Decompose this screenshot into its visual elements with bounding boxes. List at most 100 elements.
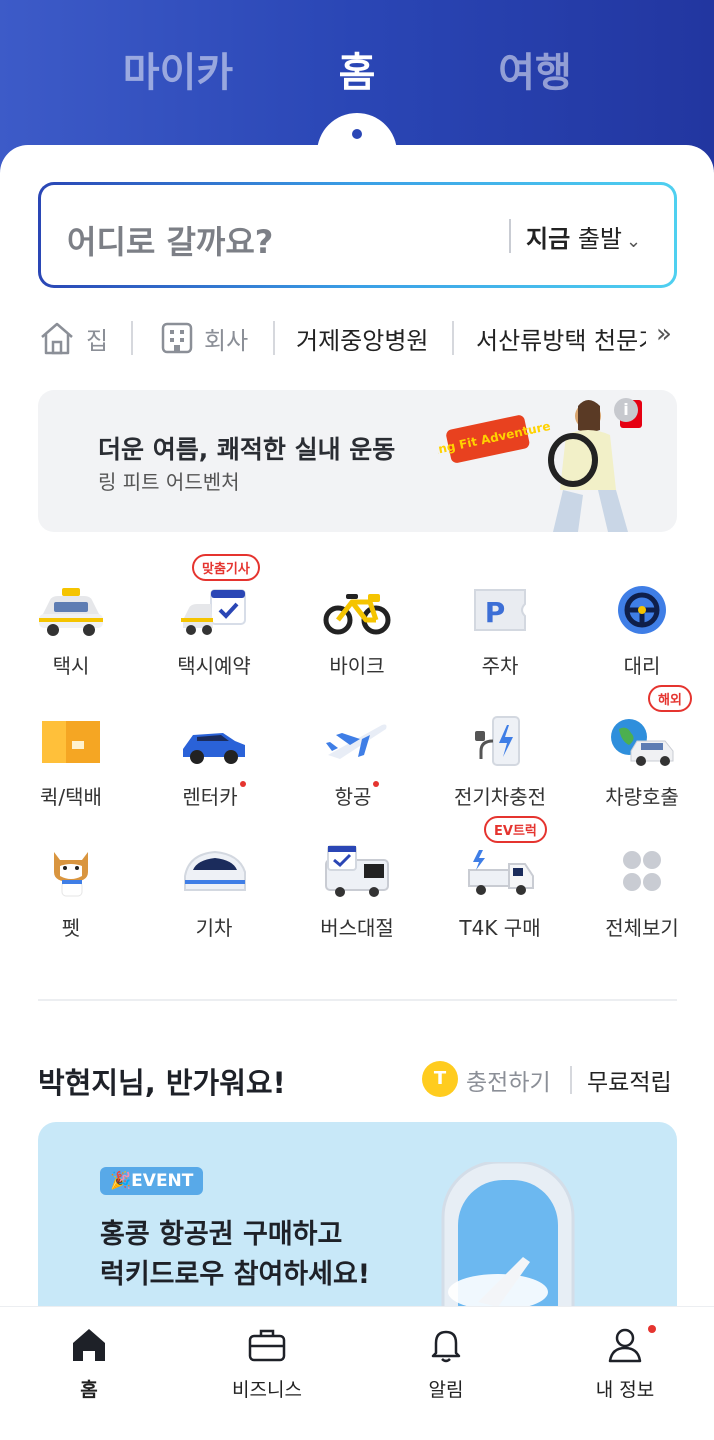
chevron-down-icon: ⌄ bbox=[625, 231, 642, 252]
building-icon bbox=[160, 321, 194, 355]
service-label: 버스대절 bbox=[320, 916, 394, 940]
service-airline[interactable]: 항공 bbox=[287, 703, 427, 813]
fav-place-1[interactable]: 거제중앙병원 bbox=[296, 321, 428, 356]
parking-icon: P bbox=[465, 580, 535, 640]
t-coin-icon: T bbox=[422, 1061, 458, 1097]
service-label: 기차 bbox=[195, 916, 233, 940]
briefcase-icon bbox=[247, 1325, 287, 1365]
car-call-icon bbox=[607, 711, 677, 771]
fav-place-2-clip: 서산류방택 천문기 bbox=[476, 315, 646, 363]
fav-separator bbox=[273, 321, 275, 355]
nav-label: 내 정보 bbox=[595, 1379, 655, 1401]
more-arrows-icon[interactable]: » bbox=[656, 319, 672, 349]
departure-time-select[interactable]: 지금 출발 ⌄ bbox=[526, 219, 641, 254]
service-label-text: 렌터카 bbox=[182, 785, 238, 809]
service-label-text: 항공 bbox=[334, 785, 372, 809]
taxi-icon bbox=[36, 580, 106, 640]
service-ev-charging[interactable]: 전기차충전 bbox=[430, 703, 570, 813]
new-dot bbox=[239, 781, 246, 787]
tab-indicator-dot bbox=[352, 129, 362, 139]
service-label: 퀵/택배 bbox=[40, 785, 102, 809]
fav-work[interactable]: 회사 bbox=[204, 321, 248, 356]
tab-home[interactable]: 홈 bbox=[339, 40, 376, 98]
depart-now: 지금 bbox=[526, 225, 571, 253]
banner-subtitle: 링 피트 어드벤처 bbox=[98, 470, 240, 494]
grid-icon bbox=[607, 842, 677, 902]
service-badge: 해외 bbox=[648, 685, 692, 712]
free-points-button[interactable]: 무료적립 bbox=[587, 1063, 672, 1097]
service-label: 펫 bbox=[61, 916, 81, 940]
favorite-places: 집 회사 거제중앙병원 서산류방택 천문기 » bbox=[38, 315, 688, 363]
event-badge: 🎉EVENT bbox=[100, 1167, 204, 1195]
service-label: T4K 구매 bbox=[459, 916, 541, 940]
designated-driver-icon bbox=[607, 580, 677, 640]
service-label: 항공 bbox=[287, 781, 427, 810]
bell-icon bbox=[426, 1325, 466, 1365]
service-label: 전기차충전 bbox=[454, 785, 546, 809]
service-t4k-purchase[interactable]: EV트럭 T4K 구매 bbox=[430, 816, 570, 944]
parcel-icon bbox=[36, 711, 106, 771]
promo-banner[interactable]: 더운 여름, 쾌적한 실내 운동 링 피트 어드벤처 Ring Fit Adve… bbox=[38, 390, 677, 532]
fav-home[interactable]: 집 bbox=[86, 321, 108, 356]
nav-notifications[interactable]: 알림 bbox=[357, 1307, 535, 1440]
fav-separator bbox=[452, 321, 454, 355]
tab-mycar[interactable]: 마이카 bbox=[123, 40, 233, 98]
event-title-line1: 홍콩 항공권 구매하고 bbox=[100, 1219, 343, 1250]
fav-place-2[interactable]: 서산류방택 천문기 bbox=[476, 321, 646, 356]
service-label: 택시 bbox=[52, 654, 90, 678]
depart-label: 출발 bbox=[577, 225, 622, 253]
service-badge: EV트럭 bbox=[484, 816, 547, 843]
truck-icon bbox=[465, 842, 535, 902]
taxi-reserve-icon bbox=[179, 580, 249, 640]
search-divider bbox=[509, 219, 511, 253]
nav-business[interactable]: 비즈니스 bbox=[178, 1307, 356, 1440]
home-icon bbox=[69, 1325, 109, 1365]
service-pet[interactable]: 펫 bbox=[1, 834, 141, 944]
service-label: 대리 bbox=[623, 654, 661, 678]
person-icon bbox=[605, 1325, 645, 1365]
service-taxi[interactable]: 택시 bbox=[1, 572, 141, 682]
service-bus-charter[interactable]: 버스대절 bbox=[287, 834, 427, 944]
greeting-separator bbox=[570, 1066, 572, 1094]
event-title-line2: 럭키드로우 참여하세요! bbox=[100, 1259, 371, 1290]
bus-charter-icon bbox=[322, 842, 392, 902]
service-view-all[interactable]: 전체보기 bbox=[572, 834, 712, 944]
service-train[interactable]: 기차 bbox=[144, 834, 284, 944]
service-taxi-reserve[interactable]: 맞춤기사 택시예약 bbox=[144, 554, 284, 682]
bike-icon bbox=[322, 580, 392, 640]
service-badge: 맞춤기사 bbox=[192, 554, 260, 581]
section-divider bbox=[38, 999, 677, 1001]
fav-separator bbox=[131, 321, 133, 355]
nav-label: 알림 bbox=[428, 1379, 464, 1401]
svg-text:P: P bbox=[485, 596, 506, 629]
banner-title: 더운 여름, 쾌적한 실내 운동 bbox=[98, 435, 396, 464]
service-car-call[interactable]: 해외 차량호출 bbox=[572, 685, 712, 813]
charge-button[interactable]: 충전하기 bbox=[466, 1063, 551, 1097]
airplane-icon bbox=[322, 711, 392, 771]
service-label: 바이크 bbox=[329, 654, 385, 678]
service-bike[interactable]: 바이크 bbox=[287, 572, 427, 682]
nav-label: 비즈니스 bbox=[232, 1379, 302, 1401]
info-icon[interactable]: i bbox=[614, 398, 638, 422]
service-parking[interactable]: P 주차 bbox=[430, 572, 570, 682]
destination-search-box[interactable]: 어디로 갈까요? 지금 출발 ⌄ bbox=[38, 182, 677, 288]
tab-travel[interactable]: 여행 bbox=[498, 40, 572, 98]
top-tabs: 마이카 홈 여행 bbox=[0, 40, 714, 100]
pet-icon bbox=[36, 842, 106, 902]
search-placeholder: 어디로 갈까요? bbox=[67, 223, 274, 261]
service-label: 주차 bbox=[481, 654, 519, 678]
notification-dot bbox=[648, 1325, 656, 1333]
nav-home[interactable]: 홈 bbox=[0, 1307, 178, 1440]
nav-label: 홈 bbox=[80, 1379, 98, 1401]
service-designated-driver[interactable]: 대리 bbox=[572, 572, 712, 682]
service-label: 택시예약 bbox=[177, 654, 251, 678]
service-rental-car[interactable]: 렌터카 bbox=[144, 703, 284, 813]
train-icon bbox=[179, 842, 249, 902]
new-dot bbox=[373, 781, 380, 787]
service-label: 전체보기 bbox=[605, 916, 679, 940]
service-parcel[interactable]: 퀵/택배 bbox=[1, 703, 141, 813]
service-label: 차량호출 bbox=[605, 785, 679, 809]
rental-car-icon bbox=[179, 711, 249, 771]
bottom-navigation: 홈 비즈니스 알림 내 정보 bbox=[0, 1306, 714, 1440]
nav-my-info[interactable]: 내 정보 bbox=[536, 1307, 714, 1440]
